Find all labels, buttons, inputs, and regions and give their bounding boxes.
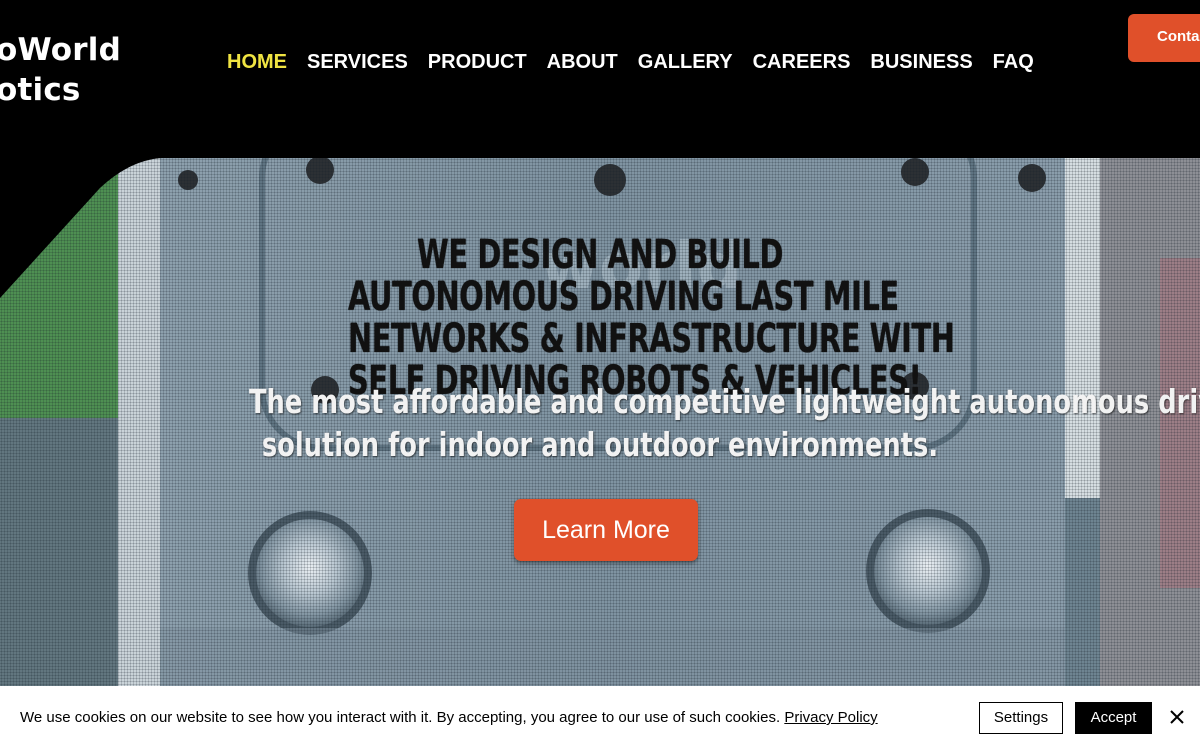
hero-section: world WE DESIGN AND BUILD AUTONOMOUS DRI… [0, 158, 1200, 688]
cookie-banner: We use cookies on our website to see how… [0, 686, 1200, 750]
nav-item-about[interactable]: ABOUT [547, 48, 618, 76]
headline-line-3: NETWORKS & INFRASTRUCTURE WITH [348, 316, 955, 362]
cookie-settings-button[interactable]: Settings [979, 702, 1063, 734]
close-icon[interactable] [1166, 706, 1188, 728]
nav-item-home[interactable]: HOME [227, 48, 287, 76]
nav-item-services[interactable]: SERVICES [307, 48, 408, 76]
nav-item-gallery[interactable]: GALLERY [638, 48, 733, 76]
logo-line-2: otics [0, 72, 81, 108]
privacy-policy-link[interactable]: Privacy Policy [784, 709, 877, 726]
hero-headline: WE DESIGN AND BUILD AUTONOMOUS DRIVING L… [348, 232, 955, 402]
learn-more-button[interactable]: Learn More [514, 499, 698, 561]
headline-line-1: WE DESIGN AND BUILD [416, 232, 784, 278]
cookie-message: We use cookies on our website to see how… [20, 709, 878, 726]
logo-line-1: oWorld [0, 32, 121, 68]
headline-line-2: AUTONOMOUS DRIVING LAST MILE [348, 274, 899, 320]
subline-line-2: solution for indoor and outdoor environm… [261, 425, 939, 464]
site-logo[interactable]: oWorld otics [0, 30, 121, 110]
site-header: oWorld otics HOME SERVICES PRODUCT ABOUT… [0, 0, 1200, 160]
nav-item-faq[interactable]: FAQ [993, 48, 1034, 76]
hero-subline: The most affordable and competitive ligh… [249, 380, 1200, 466]
cookie-text: We use cookies on our website to see how… [20, 709, 785, 726]
subline-line-1: The most affordable and competitive ligh… [249, 382, 1200, 421]
contact-button[interactable]: Contac [1128, 14, 1200, 62]
cookie-accept-button[interactable]: Accept [1075, 702, 1152, 734]
header-corner-shape [0, 158, 162, 298]
main-nav: HOME SERVICES PRODUCT ABOUT GALLERY CARE… [227, 48, 1034, 76]
nav-item-product[interactable]: PRODUCT [428, 48, 527, 76]
nav-item-business[interactable]: BUSINESS [870, 48, 972, 76]
nav-item-careers[interactable]: CAREERS [753, 48, 851, 76]
